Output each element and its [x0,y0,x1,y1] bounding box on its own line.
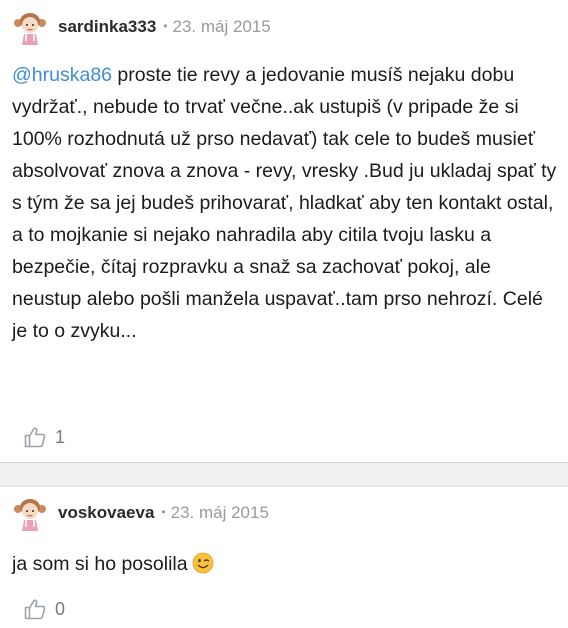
comment-body: @hruska86 proste tie revy a jedovanie mu… [12,59,560,347]
comment-date: 23. máj 2015 [170,503,269,522]
user-mention-link[interactable]: @hruska86 [12,64,112,86]
meta-separator: • [161,505,166,519]
comment-body: ja som si ho posolila [12,548,560,580]
like-count: 0 [55,598,66,619]
like-button[interactable]: 1 [24,424,65,450]
winking-face-emoji [192,552,213,574]
meta-separator: • [163,19,168,33]
thumbs-up-icon [24,427,46,448]
comment-text: ja som si ho posolila [12,553,188,575]
comment-author[interactable]: sardinka333 [58,17,156,37]
comment-date: 23. máj 2015 [172,17,271,36]
like-button[interactable]: 0 [24,596,65,622]
girl-avatar-icon[interactable] [11,494,49,532]
like-count: 1 [55,426,66,447]
comment-item: sardinka333 • 23. máj 2015 @hruska86 pro… [0,0,568,462]
comment-divider [0,462,568,487]
comment-header: sardinka333 • 23. máj 2015 [11,7,271,47]
comment-text: proste tie revy a jedovanie musíš nejaku… [12,64,557,342]
comment-item: voskovaeva • 23. máj 2015 ja som si ho p… [0,487,568,628]
comment-author[interactable]: voskovaeva [58,503,154,523]
thumbs-up-icon [24,599,46,620]
comment-header: voskovaeva • 23. máj 2015 [11,493,269,533]
girl-avatar-icon[interactable] [11,8,49,46]
